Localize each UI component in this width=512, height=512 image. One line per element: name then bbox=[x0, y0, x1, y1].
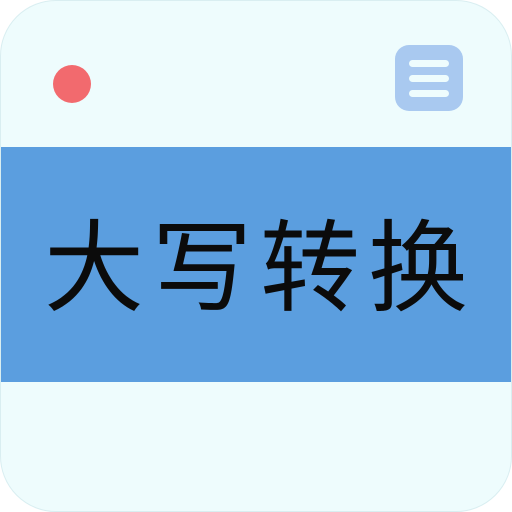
record-dot-icon bbox=[53, 65, 91, 103]
menu-line bbox=[409, 60, 449, 67]
menu-icon bbox=[395, 45, 463, 111]
app-icon: 大写转换 bbox=[0, 0, 512, 512]
title-banner: 大写转换 bbox=[1, 147, 511, 382]
menu-line bbox=[409, 75, 449, 82]
app-title: 大写转换 bbox=[44, 209, 476, 327]
menu-line bbox=[409, 90, 449, 97]
